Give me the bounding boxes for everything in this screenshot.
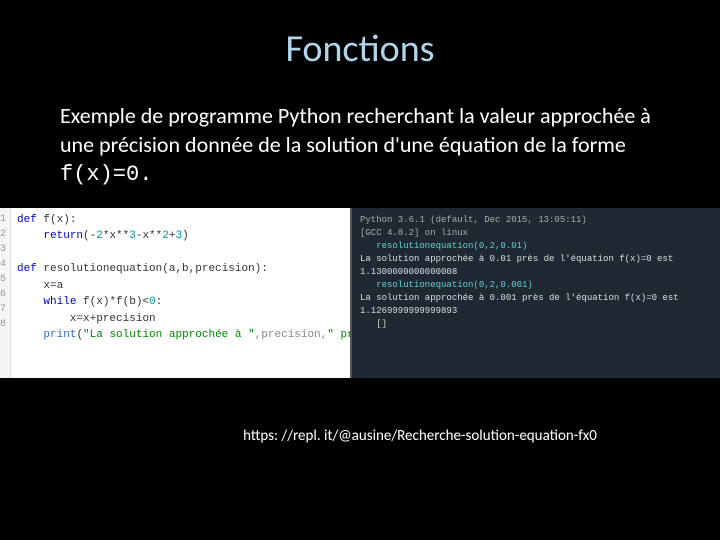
source-link: https: //repl. it/@ausine/Recherche-solu… <box>0 427 720 445</box>
num: 2 <box>96 230 103 242</box>
code-text: ,precision, <box>255 329 328 341</box>
cursor: [] <box>376 319 387 329</box>
terminal-result: La solution approchée à 0.01 près de l'é… <box>360 253 712 279</box>
prompt-icon <box>360 280 376 290</box>
line-num: 8 <box>0 317 6 332</box>
line-num: 4 <box>0 257 6 272</box>
prompt-icon <box>360 241 376 251</box>
line-num: 5 <box>0 272 6 287</box>
code-text: ) <box>182 230 189 242</box>
line-num: 3 <box>0 242 6 257</box>
equation-expr: f(x)=0. <box>60 162 152 187</box>
terminal-cursor: [] <box>360 318 712 331</box>
kw: def <box>17 263 37 275</box>
prompt-icon <box>360 319 376 329</box>
num: 3 <box>129 230 136 242</box>
code-text: -x** <box>136 230 162 242</box>
terminal-line: resolutionequation(0,2,0.01) <box>360 240 712 253</box>
line-num: 7 <box>0 302 6 317</box>
code-text: f(x): <box>37 214 77 226</box>
code-text: f(x)*f(b)< <box>76 296 149 308</box>
line-gutter: 1 2 3 4 5 6 7 8 <box>0 208 11 378</box>
num: 2 <box>162 230 169 242</box>
terminal-call: resolutionequation(0,2,0.01) <box>376 241 527 251</box>
str: "La solution approchée à " <box>83 329 255 341</box>
code-panels: 1 2 3 4 5 6 7 8 def f(x): return(-2*x**3… <box>0 208 720 378</box>
slide-title: Fonctions <box>0 0 720 72</box>
terminal-call: resolutionequation(0,2,0.001) <box>376 280 533 290</box>
code-text: resolutionequation(a,b,precision): <box>37 263 268 275</box>
num: 0 <box>149 296 156 308</box>
terminal-output: Python 3.6.1 (default, Dec 2015, 13:05:1… <box>350 208 720 378</box>
description-text: Exemple de programme Python recherchant … <box>60 102 651 158</box>
code-text: : <box>156 296 163 308</box>
terminal-result: La solution approchée à 0.001 près de l'… <box>360 292 712 318</box>
kw: return <box>43 230 83 242</box>
terminal-header: Python 3.6.1 (default, Dec 2015, 13:05:1… <box>360 214 712 227</box>
terminal-line: resolutionequation(0,2,0.001) <box>360 279 712 292</box>
kw: def <box>17 214 37 226</box>
slide-description: Exemple de programme Python recherchant … <box>0 72 720 190</box>
line-num: 1 <box>0 212 6 227</box>
code-text: x=a <box>43 280 63 292</box>
code-text: (- <box>83 230 96 242</box>
code-editor: 1 2 3 4 5 6 7 8 def f(x): return(-2*x**3… <box>0 208 350 378</box>
code-text: x=x+precision <box>70 313 156 325</box>
line-num: 2 <box>0 227 6 242</box>
line-num: 6 <box>0 287 6 302</box>
code-text: *x** <box>103 230 129 242</box>
terminal-header: [GCC 4.8.2] on linux <box>360 227 712 240</box>
fn: print <box>43 329 76 341</box>
kw: while <box>43 296 76 308</box>
